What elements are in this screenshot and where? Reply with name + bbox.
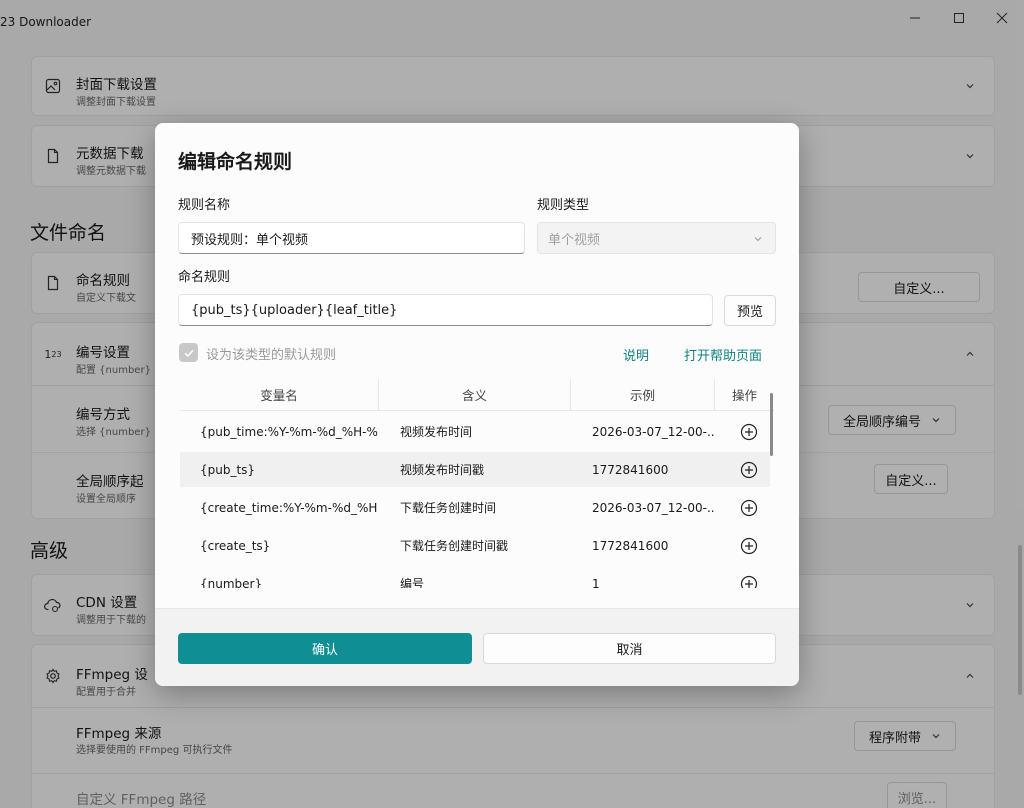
meaning-cell: 下载任务创建时间 bbox=[400, 501, 497, 515]
preview-button[interactable]: 预览 bbox=[724, 295, 776, 326]
rule-type-value: 单个视频 bbox=[548, 232, 601, 248]
variables-table: 变量名 含义 示例 操作 {pub_time:%Y-%m-%d_%H-%... … bbox=[180, 379, 774, 588]
add-circle-icon[interactable] bbox=[740, 575, 758, 588]
example-cell: 1 bbox=[592, 576, 600, 589]
confirm-button[interactable]: 确认 bbox=[178, 633, 472, 664]
add-circle-icon[interactable] bbox=[740, 537, 758, 555]
explain-link[interactable]: 说明 bbox=[623, 345, 649, 364]
table-scrollbar[interactable] bbox=[770, 393, 773, 456]
table-row[interactable]: {number} 编号 1 bbox=[180, 566, 770, 588]
meaning-cell: 视频发布时间戳 bbox=[400, 463, 485, 477]
edit-naming-rule-dialog: 编辑命名规则 规则名称 预设规则：单个视频 规则类型 单个视频 命名规则 {pu… bbox=[155, 123, 799, 686]
default-rule-label: 设为该类型的默认规则 bbox=[206, 348, 337, 363]
dialog-title: 编辑命名规则 bbox=[178, 151, 293, 173]
chevron-down-icon bbox=[754, 237, 762, 242]
meaning-cell: 下载任务创建时间戳 bbox=[400, 539, 509, 553]
example-cell: 1772841600 bbox=[592, 538, 669, 553]
add-circle-icon[interactable] bbox=[740, 423, 758, 441]
variable-cell: {create_ts} bbox=[200, 538, 271, 553]
variable-cell: {create_time:%Y-%m-%d_%H... bbox=[200, 500, 378, 515]
variable-cell: {number} bbox=[200, 576, 263, 589]
example-cell: 2026-03-07_12-00-... bbox=[592, 500, 714, 515]
rule-name-value: 预设规则：单个视频 bbox=[191, 232, 309, 248]
naming-rule-input[interactable]: {pub_ts}{uploader}{leaf_title} bbox=[178, 294, 713, 326]
cancel-button[interactable]: 取消 bbox=[483, 633, 776, 664]
example-cell: 1772841600 bbox=[592, 462, 669, 477]
column-header-action: 操作 bbox=[715, 379, 774, 411]
table-row[interactable]: {pub_ts} 视频发布时间戳 1772841600 bbox=[180, 452, 770, 487]
rule-type-dropdown[interactable]: 单个视频 bbox=[537, 222, 776, 254]
open-help-link[interactable]: 打开帮助页面 bbox=[684, 345, 762, 364]
variable-cell: {pub_time:%Y-%m-%d_%H-%... bbox=[200, 424, 378, 439]
meaning-cell: 视频发布时间 bbox=[400, 425, 473, 439]
column-header-example: 示例 bbox=[571, 379, 714, 411]
add-circle-icon[interactable] bbox=[740, 499, 758, 517]
meaning-cell: 编号 bbox=[400, 577, 425, 588]
example-cell: 2026-03-07_12-00-... bbox=[592, 424, 714, 439]
variable-cell: {pub_ts} bbox=[200, 462, 256, 477]
column-header-variable: 变量名 bbox=[180, 379, 378, 411]
add-circle-icon[interactable] bbox=[740, 461, 758, 479]
rule-name-input[interactable]: 预设规则：单个视频 bbox=[178, 222, 525, 254]
table-row[interactable]: {pub_time:%Y-%m-%d_%H-%... 视频发布时间 2026-0… bbox=[180, 414, 770, 449]
naming-rule-label: 命名规则 bbox=[178, 270, 231, 285]
column-header-meaning: 含义 bbox=[379, 379, 570, 411]
page-scrollbar[interactable] bbox=[1018, 545, 1022, 695]
dialog-footer: 确认 取消 bbox=[155, 608, 799, 686]
rule-name-label: 规则名称 bbox=[178, 198, 231, 213]
rule-type-label: 规则类型 bbox=[537, 198, 590, 213]
checkmark-icon bbox=[183, 349, 194, 357]
default-rule-checkbox[interactable] bbox=[179, 343, 198, 362]
table-row[interactable]: {create_ts} 下载任务创建时间戳 1772841600 bbox=[180, 528, 770, 563]
table-row[interactable]: {create_time:%Y-%m-%d_%H... 下载任务创建时间 202… bbox=[180, 490, 770, 525]
naming-rule-value: {pub_ts}{uploader}{leaf_title} bbox=[191, 302, 398, 318]
